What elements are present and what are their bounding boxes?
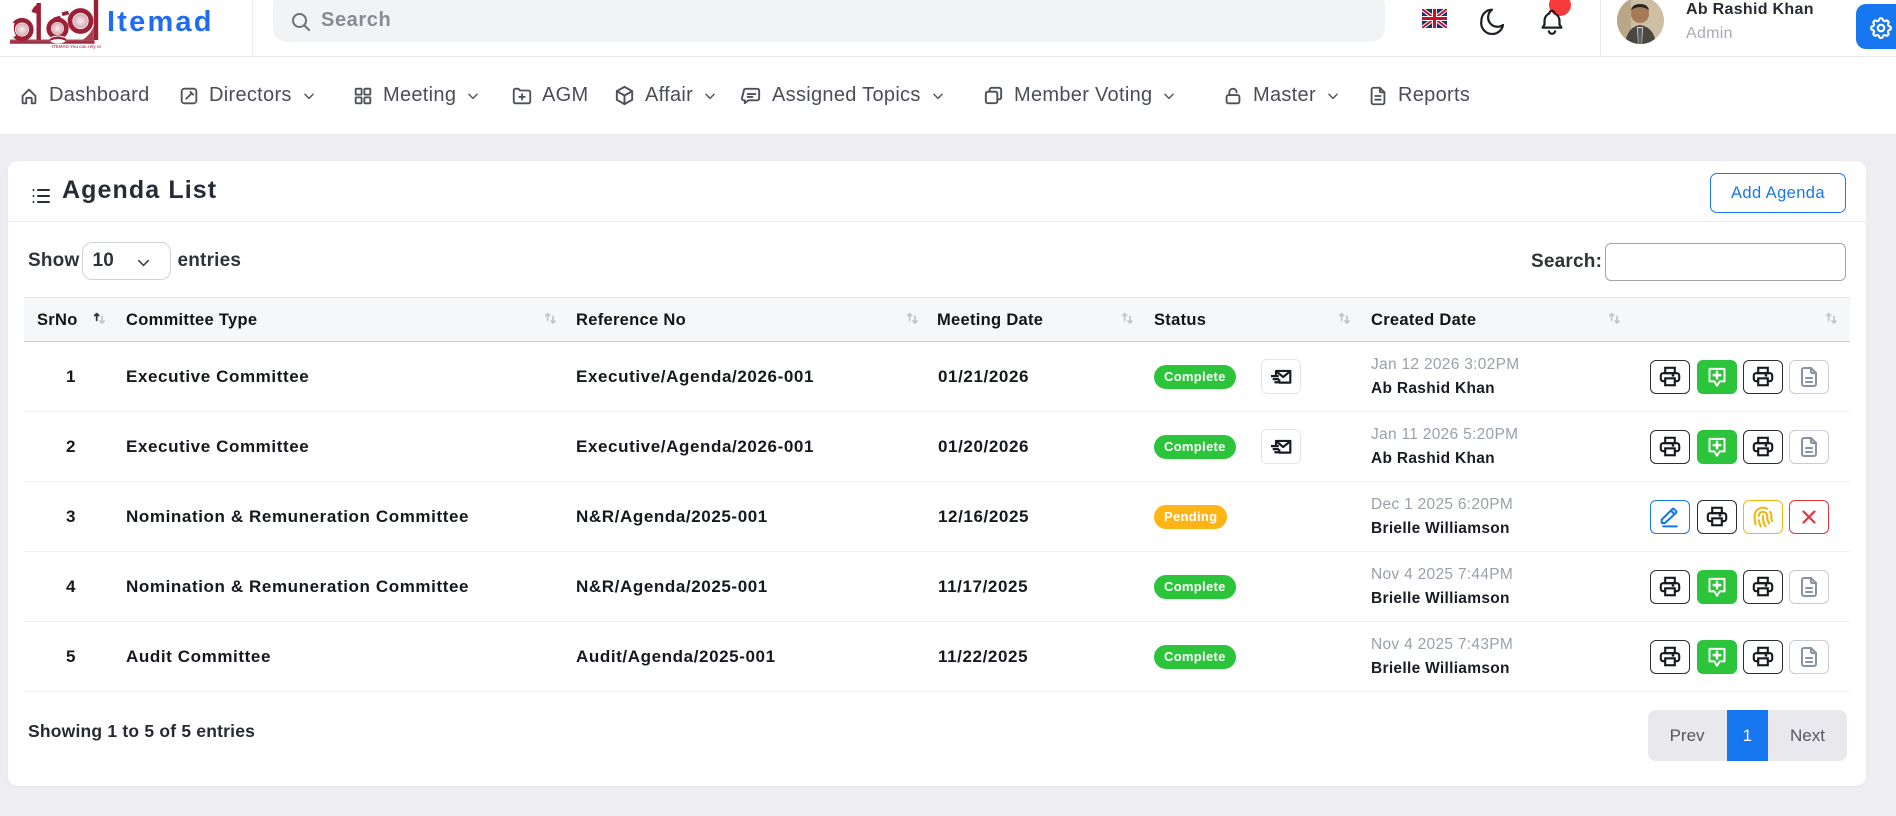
svg-text:ITEMAD You can rely on it: ITEMAD You can rely on it: [52, 44, 101, 49]
